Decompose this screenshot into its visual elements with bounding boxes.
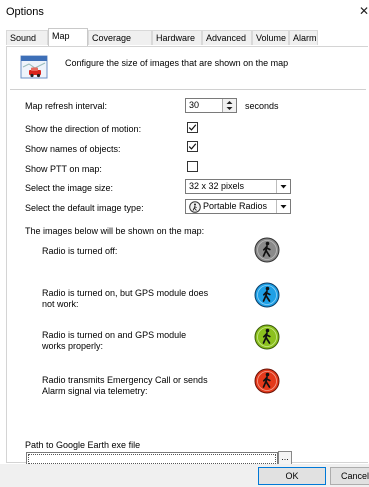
status-no-gps-label: Radio is turned on, but GPS module does … xyxy=(42,288,209,309)
image-type-select[interactable]: Portable Radios xyxy=(185,199,291,214)
radio-off-icon xyxy=(254,237,280,263)
ok-button[interactable]: OK xyxy=(258,467,326,485)
refresh-interval-unit: seconds xyxy=(245,101,279,111)
object-names-label: Show names of objects: xyxy=(25,144,121,154)
title-bar xyxy=(0,0,369,24)
images-heading: The images below will be shown on the ma… xyxy=(25,226,205,236)
image-type-label: Select the default image type: xyxy=(25,203,144,213)
image-type-value: Portable Radios xyxy=(203,201,268,211)
chevron-down-icon xyxy=(276,180,290,193)
show-ptt-label: Show PTT on map: xyxy=(25,164,102,174)
stepper-arrows-icon xyxy=(226,101,233,110)
image-size-value: 32 x 32 pixels xyxy=(189,181,245,191)
refresh-interval-label: Map refresh interval: xyxy=(25,101,108,111)
checkmark-icon xyxy=(188,143,197,150)
image-size-select[interactable]: 32 x 32 pixels xyxy=(185,179,291,194)
radio-no-gps-icon xyxy=(254,282,280,308)
radio-emergency-icon xyxy=(254,368,280,394)
radio-gps-ok-icon xyxy=(254,324,280,350)
window-title: Options xyxy=(6,6,44,18)
tab-hardware[interactable]: Hardware xyxy=(152,30,202,45)
tab-sound[interactable]: Sound xyxy=(6,30,48,45)
tab-map[interactable]: Map xyxy=(48,28,88,46)
chevron-down-icon xyxy=(276,200,290,213)
status-emergency-label: Radio transmits Emergency Call or sends … xyxy=(42,375,208,396)
status-off-label: Radio is turned off: xyxy=(42,246,118,256)
motion-direction-checkbox[interactable] xyxy=(187,122,198,133)
refresh-interval-stepper[interactable] xyxy=(222,99,236,112)
header-divider xyxy=(10,89,366,90)
refresh-interval-value: 30 xyxy=(189,100,200,110)
object-names-checkbox[interactable] xyxy=(187,141,198,152)
image-size-label: Select the image size: xyxy=(25,183,114,193)
cancel-button[interactable]: Cancel xyxy=(330,467,369,485)
tab-alarm[interactable]: Alarm xyxy=(289,30,318,45)
path-input-focus-ring xyxy=(28,454,276,464)
tab-volume[interactable]: Volume xyxy=(252,30,289,45)
header-description: Configure the size of images that are sh… xyxy=(65,58,289,68)
google-earth-path-label: Path to Google Earth exe file xyxy=(25,440,141,450)
portable-radio-icon xyxy=(189,201,201,215)
status-gps-ok-label: Radio is turned on and GPS module works … xyxy=(42,330,187,351)
close-icon[interactable]: ✕ xyxy=(359,4,369,18)
motion-direction-label: Show the direction of motion: xyxy=(25,124,142,134)
tab-coverage-map[interactable]: Coverage Map xyxy=(88,30,152,58)
show-ptt-checkbox[interactable] xyxy=(187,161,198,172)
map-car-icon xyxy=(20,55,48,79)
checkmark-icon xyxy=(188,124,197,131)
tab-advanced[interactable]: Advanced xyxy=(202,30,252,45)
